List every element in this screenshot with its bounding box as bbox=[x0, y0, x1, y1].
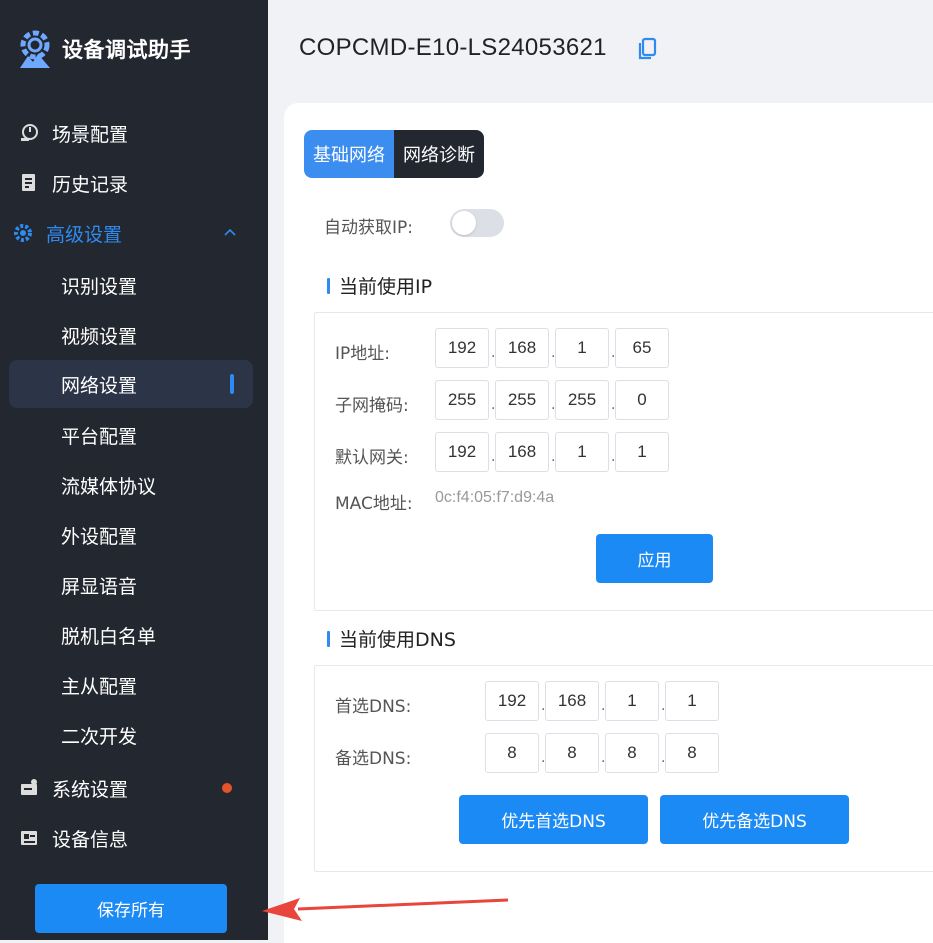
gateway-octet-4[interactable]: 1 bbox=[615, 432, 669, 472]
sidebar-item-advanced[interactable]: 高级设置 bbox=[0, 213, 268, 253]
tab-network-diagnosis[interactable]: 网络诊断 bbox=[394, 130, 484, 178]
save-all-button[interactable]: 保存所有 bbox=[35, 884, 227, 933]
gateway-octet-2[interactable]: 168 bbox=[495, 432, 549, 472]
sidebar-item-label: 设备信息 bbox=[52, 828, 129, 851]
chevron-up-icon bbox=[224, 228, 236, 236]
auto-ip-label: 自动获取IP: bbox=[324, 218, 413, 238]
network-tabs: 基础网络 网络诊断 bbox=[304, 130, 484, 178]
device-id-title: COPCMD-E10-LS24053621 bbox=[299, 34, 607, 61]
subitem-label: 网络设置 bbox=[61, 374, 138, 397]
subitem-label: 流媒体协议 bbox=[61, 475, 157, 498]
subitem-label: 屏显语音 bbox=[61, 575, 138, 598]
selected-marker bbox=[230, 374, 234, 394]
primary-dns-octet-2[interactable]: 168 bbox=[545, 681, 599, 721]
tab-basic-network[interactable]: 基础网络 bbox=[304, 130, 394, 178]
subnet-mask-label: 子网掩码: bbox=[335, 396, 409, 416]
app-title: 设备调试助手 bbox=[62, 38, 191, 62]
secondary-dns-octet-4[interactable]: 8 bbox=[665, 733, 719, 773]
primary-dns-octet-3[interactable]: 1 bbox=[605, 681, 659, 721]
sidebar: 设备调试助手 场景配置 历史记录 高级设置 识别设置 视频设置 网络设置 平台配… bbox=[0, 0, 268, 940]
sidebar-subitem-streaming[interactable]: 流媒体协议 bbox=[9, 461, 253, 509]
sidebar-item-label: 场景配置 bbox=[52, 123, 129, 146]
logo-icon bbox=[20, 30, 50, 68]
app-logo: 设备调试助手 bbox=[12, 26, 191, 72]
ip-section-title: 当前使用IP bbox=[327, 272, 432, 299]
dns-section-title-text: 当前使用DNS bbox=[339, 629, 456, 651]
sidebar-subitem-recognition[interactable]: 识别设置 bbox=[9, 261, 253, 309]
ip-octet-2[interactable]: 168 bbox=[495, 328, 549, 368]
ip-octet-3[interactable]: 1 bbox=[555, 328, 609, 368]
secondary-dns-label: 备选DNS: bbox=[335, 749, 412, 769]
sidebar-subitem-master-slave[interactable]: 主从配置 bbox=[9, 661, 253, 709]
mask-octet-1[interactable]: 255 bbox=[435, 380, 489, 420]
sidebar-item-scene[interactable]: 场景配置 bbox=[0, 113, 268, 153]
subitem-label: 外设配置 bbox=[61, 525, 138, 548]
prefer-secondary-dns-button[interactable]: 优先备选DNS bbox=[660, 795, 849, 844]
subitem-label: 主从配置 bbox=[61, 675, 138, 698]
subitem-label: 二次开发 bbox=[61, 725, 138, 748]
history-icon bbox=[18, 172, 40, 194]
dns-section-title: 当前使用DNS bbox=[327, 625, 456, 652]
copy-icon[interactable] bbox=[637, 37, 659, 61]
section-accent-bar bbox=[327, 630, 330, 647]
section-accent-bar bbox=[327, 277, 330, 294]
notice-dot bbox=[222, 783, 232, 793]
sidebar-subitem-peripheral[interactable]: 外设配置 bbox=[9, 511, 253, 559]
sidebar-subitem-secondary-dev[interactable]: 二次开发 bbox=[9, 711, 253, 759]
mac-address-value: 0c:f4:05:f7:d9:4a bbox=[435, 489, 555, 506]
ip-section-title-text: 当前使用IP bbox=[339, 276, 433, 298]
subitem-label: 脱机白名单 bbox=[61, 625, 157, 648]
primary-dns-label: 首选DNS: bbox=[335, 697, 412, 717]
sidebar-item-device-info[interactable]: 设备信息 bbox=[0, 818, 268, 858]
sidebar-item-history[interactable]: 历史记录 bbox=[0, 163, 268, 203]
mask-octet-3[interactable]: 255 bbox=[555, 380, 609, 420]
secondary-dns-octet-3[interactable]: 8 bbox=[605, 733, 659, 773]
mask-octet-2[interactable]: 255 bbox=[495, 380, 549, 420]
sidebar-subitem-display-voice[interactable]: 屏显语音 bbox=[9, 561, 253, 609]
gateway-octet-3[interactable]: 1 bbox=[555, 432, 609, 472]
toggle-knob bbox=[452, 211, 476, 235]
ip-address-label: IP地址: bbox=[335, 344, 390, 364]
subitem-label: 视频设置 bbox=[61, 325, 138, 348]
sidebar-item-label: 高级设置 bbox=[46, 223, 123, 246]
sidebar-subitem-whitelist[interactable]: 脱机白名单 bbox=[9, 611, 253, 659]
ip-octet-1[interactable]: 192 bbox=[435, 328, 489, 368]
secondary-dns-octet-2[interactable]: 8 bbox=[545, 733, 599, 773]
sidebar-item-label: 历史记录 bbox=[52, 173, 129, 196]
subitem-label: 平台配置 bbox=[61, 425, 138, 448]
sidebar-item-label: 系统设置 bbox=[52, 778, 129, 801]
gateway-octet-1[interactable]: 192 bbox=[435, 432, 489, 472]
apply-button[interactable]: 应用 bbox=[596, 534, 713, 583]
sidebar-subitem-network[interactable]: 网络设置 bbox=[9, 360, 253, 408]
device-info-icon bbox=[18, 827, 40, 849]
mask-octet-4[interactable]: 0 bbox=[615, 380, 669, 420]
gateway-label: 默认网关: bbox=[335, 448, 409, 468]
subitem-label: 识别设置 bbox=[61, 275, 138, 298]
sidebar-subitem-platform[interactable]: 平台配置 bbox=[9, 411, 253, 459]
primary-dns-octet-1[interactable]: 192 bbox=[485, 681, 539, 721]
primary-dns-octet-4[interactable]: 1 bbox=[665, 681, 719, 721]
mac-address-label: MAC地址: bbox=[335, 494, 413, 514]
annotation-arrow-icon bbox=[262, 898, 509, 921]
prefer-primary-dns-button[interactable]: 优先首选DNS bbox=[459, 795, 648, 844]
system-icon bbox=[18, 777, 40, 799]
sidebar-item-system[interactable]: 系统设置 bbox=[0, 768, 268, 808]
advanced-gear-icon bbox=[12, 222, 34, 244]
scene-icon bbox=[18, 122, 40, 144]
secondary-dns-octet-1[interactable]: 8 bbox=[485, 733, 539, 773]
sidebar-subitem-video[interactable]: 视频设置 bbox=[9, 311, 253, 359]
auto-ip-toggle[interactable] bbox=[450, 209, 504, 237]
ip-octet-4[interactable]: 65 bbox=[615, 328, 669, 368]
